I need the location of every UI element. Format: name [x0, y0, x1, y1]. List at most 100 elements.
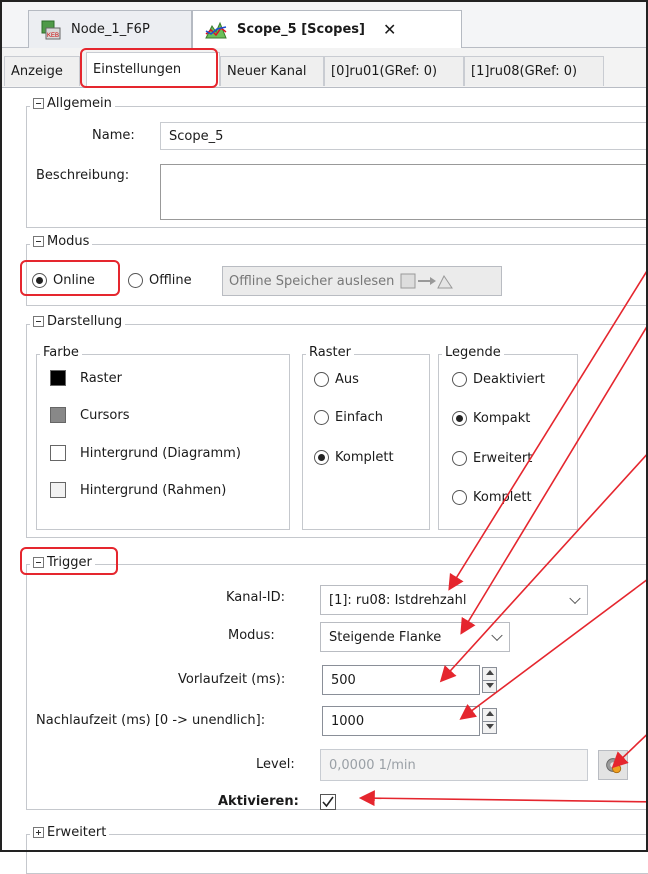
chevron-down-icon [491, 629, 503, 642]
tab-scope[interactable]: Scope_5 [Scopes] ✕ [192, 10, 462, 48]
spin-down-icon[interactable] [483, 680, 496, 692]
cursors-swatch[interactable] [50, 407, 66, 423]
darstellung-title: Darstellung [47, 314, 123, 329]
radio-dot[interactable] [452, 490, 467, 505]
spin-up-icon[interactable] [483, 668, 496, 680]
level-config-button[interactable] [598, 750, 628, 780]
collapse-icon[interactable] [33, 236, 44, 247]
offline-label: Offline [149, 273, 192, 288]
tab-neuer-kanal-label: Neuer Kanal [227, 64, 307, 79]
legende-komplett-label: Komplett [473, 490, 532, 505]
darstellung-header[interactable]: Darstellung [30, 314, 126, 329]
diagramm-color-label: Hintergrund (Diagramm) [80, 445, 241, 461]
tab-channel-0[interactable]: [0]ru01(GRef: 0) [324, 56, 464, 86]
tab-channel-1[interactable]: [1]ru08(GRef: 0) [464, 56, 604, 86]
radio-legende-komplett[interactable]: Komplett [452, 490, 532, 505]
vorlaufzeit-label: Vorlaufzeit (ms): [178, 672, 286, 687]
raster-komplett-label: Komplett [335, 450, 394, 465]
raster-swatch[interactable] [50, 370, 66, 386]
spin-down-icon[interactable] [483, 721, 496, 733]
radio-raster-aus[interactable]: Aus [314, 372, 359, 387]
radio-legende-deaktiviert[interactable]: Deaktiviert [452, 372, 545, 387]
level-field[interactable]: 0,0000 1/min [320, 749, 588, 781]
name-field[interactable]: Scope_5 [160, 122, 648, 150]
raster-title: Raster [306, 345, 354, 360]
trigger-title: Trigger [47, 555, 92, 570]
collapse-icon[interactable] [33, 316, 44, 327]
online-label: Online [53, 273, 95, 288]
level-label: Level: [256, 757, 295, 772]
tab-anzeige-label: Anzeige [11, 64, 63, 79]
tab-channel-1-label: [1]ru08(GRef: 0) [471, 64, 578, 79]
raster-einfach-label: Einfach [335, 410, 383, 425]
kanal-id-value: [1]: ru08: Istdrehzahl [329, 592, 467, 608]
vorlaufzeit-stepper[interactable] [482, 667, 497, 693]
radio-raster-komplett[interactable]: Komplett [314, 450, 394, 465]
tab-anzeige[interactable]: Anzeige [4, 56, 80, 86]
download-icon [400, 273, 454, 289]
rahmen-swatch[interactable] [50, 482, 66, 498]
tab-einstellungen[interactable]: Einstellungen [86, 52, 220, 86]
offline-read-button[interactable]: Offline Speicher auslesen [222, 266, 502, 296]
expand-icon[interactable] [33, 827, 44, 838]
radio-legende-erweitert[interactable]: Erweitert [452, 451, 532, 466]
raster-aus-label: Aus [335, 372, 359, 387]
color-raster[interactable]: Raster [50, 370, 122, 386]
legende-erweitert-label: Erweitert [473, 451, 533, 466]
nachlaufzeit-label: Nachlaufzeit (ms) [0 -> unendlich]: [36, 713, 266, 728]
collapse-icon[interactable] [33, 557, 44, 568]
erweitert-title: Erweitert [47, 825, 107, 840]
tab-neuer-kanal[interactable]: Neuer Kanal [220, 56, 324, 86]
nachlaufzeit-stepper[interactable] [482, 708, 497, 734]
tab-einstellungen-label: Einstellungen [93, 62, 182, 77]
node-icon: KEB [41, 20, 61, 39]
color-cursors[interactable]: Cursors [50, 407, 130, 423]
radio-raster-einfach[interactable]: Einfach [314, 410, 383, 425]
radio-offline[interactable]: Offline [128, 273, 192, 288]
kanal-id-select[interactable]: [1]: ru08: Istdrehzahl [320, 585, 588, 615]
radio-dot[interactable] [314, 450, 329, 465]
rahmen-color-label: Hintergrund (Rahmen) [80, 482, 227, 498]
tab-channel-0-label: [0]ru01(GRef: 0) [331, 64, 438, 79]
legende-kompakt-label: Kompakt [473, 411, 531, 426]
radio-dot[interactable] [128, 273, 143, 288]
trigger-modus-select[interactable]: Steigende Flanke [320, 622, 510, 652]
close-icon[interactable]: ✕ [383, 20, 396, 39]
vorlaufzeit-field[interactable]: 500 [322, 665, 480, 695]
beschreibung-label: Beschreibung: [36, 168, 130, 183]
chevron-down-icon [569, 592, 581, 605]
radio-dot[interactable] [452, 451, 467, 466]
trigger-header[interactable]: Trigger [30, 555, 95, 570]
radio-dot[interactable] [452, 372, 467, 387]
collapse-icon[interactable] [33, 98, 44, 109]
radio-dot[interactable] [32, 273, 47, 288]
radio-online[interactable]: Online [32, 273, 95, 288]
color-hintergrund-diagramm[interactable]: Hintergrund (Diagramm) [50, 445, 241, 461]
settings-tab-strip: Anzeige Einstellungen Neuer Kanal [0]ru0… [2, 48, 646, 88]
radio-legende-kompakt[interactable]: Kompakt [452, 411, 530, 426]
name-label: Name: [92, 128, 135, 143]
modus-header[interactable]: Modus [30, 234, 93, 249]
allgemein-header[interactable]: Allgemein [30, 96, 115, 111]
offline-read-label: Offline Speicher auslesen [229, 273, 395, 289]
diagramm-swatch[interactable] [50, 445, 66, 461]
raster-color-label: Raster [80, 370, 122, 386]
tab-scope-label: Scope_5 [Scopes] [237, 22, 365, 37]
modus-title: Modus [47, 234, 90, 249]
tab-node[interactable]: KEB Node_1_F6P [28, 10, 192, 48]
radio-dot[interactable] [452, 411, 467, 426]
spin-up-icon[interactable] [483, 709, 496, 721]
radio-dot[interactable] [314, 410, 329, 425]
document-tab-strip: KEB Node_1_F6P Scope_5 [Scopes] ✕ [2, 2, 646, 48]
beschreibung-field[interactable] [160, 164, 648, 220]
color-hintergrund-rahmen[interactable]: Hintergrund (Rahmen) [50, 482, 226, 498]
radio-dot[interactable] [314, 372, 329, 387]
vorlaufzeit-value: 500 [331, 672, 356, 688]
erweitert-header[interactable]: Erweitert [30, 825, 110, 840]
svg-text:KEB: KEB [47, 33, 59, 39]
name-value: Scope_5 [169, 128, 224, 144]
aktivieren-checkbox[interactable] [320, 794, 336, 810]
farbe-title: Farbe [40, 345, 82, 360]
nachlaufzeit-field[interactable]: 1000 [322, 706, 480, 736]
trigger-modus-value: Steigende Flanke [329, 629, 442, 645]
